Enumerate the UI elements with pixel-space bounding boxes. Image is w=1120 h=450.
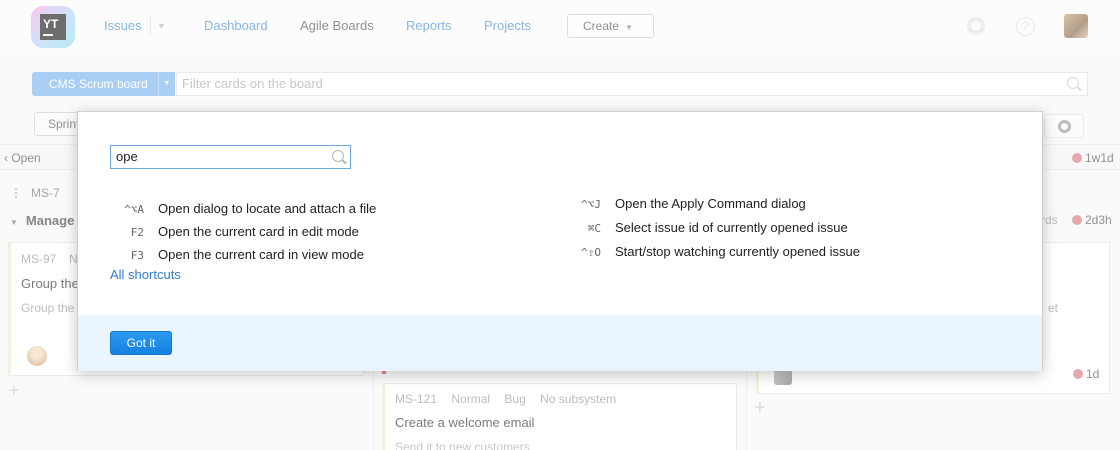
got-it-button[interactable]: Got it [110,331,172,355]
shortcut-description: Start/stop watching currently opened iss… [615,244,860,259]
shortcut-description: Open the current card in view mode [158,247,364,262]
shortcut-key: ^⌥A [124,203,144,216]
shortcut-description: Open the Apply Command dialog [615,196,806,211]
dialog-footer: Got it [78,315,1042,371]
shortcuts-dialog: ope ^⌥A Open dialog to locate and attach… [77,111,1043,371]
shortcut-key: ⌘C [587,222,601,235]
shortcut-key: F3 [130,249,144,262]
shortcut-key: ^⌥J [581,198,601,211]
shortcut-description: Open the current card in edit mode [158,224,359,239]
all-shortcuts-link[interactable]: All shortcuts [110,267,181,282]
shortcut-search-input[interactable]: ope [110,145,351,169]
shortcut-description: Open dialog to locate and attach a file [158,201,377,216]
shortcut-search-value: ope [116,149,138,164]
search-icon[interactable] [332,150,344,162]
shortcut-key: ^⇧O [581,246,601,259]
shortcut-description: Select issue id of currently opened issu… [615,220,848,235]
shortcut-key: F2 [130,226,144,239]
